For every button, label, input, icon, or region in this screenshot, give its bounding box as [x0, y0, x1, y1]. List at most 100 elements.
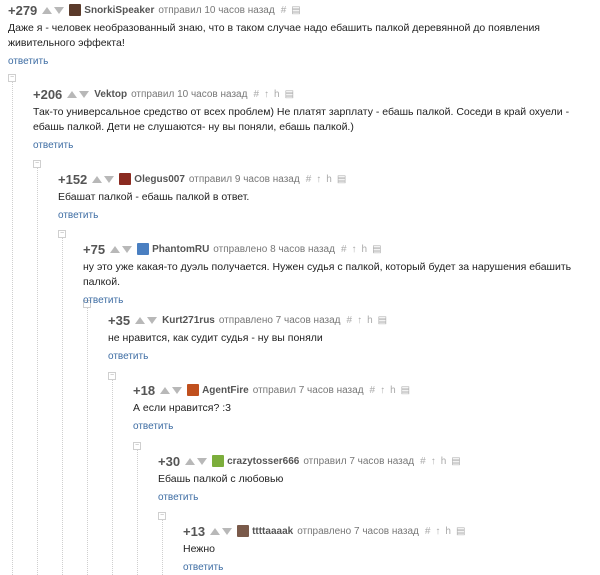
comment-header: +152 Olegus007 отправил 9 часов назад # … [58, 171, 600, 187]
branch-icon[interactable]: h [367, 315, 373, 326]
comment-author[interactable]: Olegus007 [134, 174, 185, 185]
branch-icon[interactable]: h [274, 89, 280, 100]
reply-link[interactable]: ответить [133, 421, 173, 432]
save-icon[interactable]: ▤ [378, 315, 387, 326]
permalink-icon[interactable]: # [420, 456, 426, 467]
comment-text: Ебашь палкой с любовью [158, 473, 284, 485]
comment-author[interactable]: crazytosser666 [227, 456, 299, 467]
reply-link[interactable]: ответить [8, 56, 48, 67]
comment-author[interactable]: PhantomRU [152, 244, 209, 255]
comment-author[interactable]: SnorkiSpeaker [84, 5, 154, 16]
parent-icon[interactable]: ↑ [316, 174, 321, 185]
comment-rating: +18 [133, 382, 156, 398]
reply-link[interactable]: ответить [183, 562, 223, 573]
thread-line [137, 450, 138, 575]
reply-link[interactable]: ответить [158, 492, 198, 503]
downvote-icon[interactable] [172, 386, 183, 394]
comment-time: отправлено 7 часов назад [218, 314, 341, 326]
avatar[interactable] [237, 525, 250, 537]
reply-link[interactable]: ответить [83, 295, 123, 306]
comment-author[interactable]: Vektop [94, 89, 127, 100]
thread-line [12, 80, 13, 575]
collapse-toggle[interactable]: − [58, 230, 66, 238]
upvote-icon[interactable] [210, 527, 221, 535]
save-icon[interactable]: ▤ [337, 174, 346, 185]
thread-line [37, 168, 38, 575]
comment-rating: +206 [33, 86, 63, 102]
branch-icon[interactable]: h [445, 526, 451, 537]
comment-header: +75 PhantomRU отправлено 8 часов назад #… [83, 241, 600, 257]
collapse-toggle[interactable]: − [133, 442, 141, 450]
comment-text: Нежно [183, 543, 215, 555]
comment-time: отправил 7 часов назад [252, 384, 364, 396]
parent-icon[interactable]: ↑ [380, 385, 385, 396]
thread-line [87, 308, 88, 575]
upvote-icon[interactable] [135, 316, 146, 324]
parent-icon[interactable]: ↑ [352, 244, 357, 255]
downvote-icon[interactable] [147, 316, 158, 324]
collapse-toggle[interactable]: − [33, 160, 41, 168]
downvote-icon[interactable] [104, 175, 115, 183]
parent-icon[interactable]: ↑ [435, 526, 440, 537]
comment: +18 AgentFire отправил 7 часов назад # ↑… [133, 382, 600, 434]
comment-header: +206 Vektop отправил 10 часов назад # ↑ … [33, 86, 600, 102]
save-icon[interactable]: ▤ [291, 5, 300, 16]
thread-line [162, 520, 163, 575]
reply-link[interactable]: ответить [58, 210, 98, 221]
collapse-toggle[interactable]: − [108, 372, 116, 380]
branch-icon[interactable]: h [390, 385, 396, 396]
save-icon[interactable]: ▤ [285, 89, 294, 100]
comment: +75 PhantomRU отправлено 8 часов назад #… [83, 241, 600, 308]
comment-author[interactable]: Kurt271rus [162, 315, 215, 326]
downvote-icon[interactable] [122, 245, 133, 253]
comment: +30 crazytosser666 отправил 7 часов наза… [158, 453, 600, 505]
save-icon[interactable]: ▤ [456, 526, 465, 537]
comment-time: отправлено 7 часов назад [297, 525, 419, 537]
downvote-icon[interactable] [79, 90, 90, 98]
avatar[interactable] [69, 4, 82, 16]
comment-author[interactable]: AgentFire [202, 385, 249, 396]
avatar[interactable] [137, 243, 150, 255]
avatar[interactable] [212, 455, 225, 467]
branch-icon[interactable]: h [362, 244, 368, 255]
upvote-icon[interactable] [42, 6, 53, 14]
comment-time: отправлено 8 часов назад [213, 243, 335, 255]
permalink-icon[interactable]: # [341, 244, 347, 255]
comment-text: Даже я - человек необразованный знаю, чт… [8, 22, 540, 49]
downvote-icon[interactable] [222, 527, 233, 535]
permalink-icon[interactable]: # [425, 526, 431, 537]
reply-link[interactable]: ответить [108, 351, 148, 362]
upvote-icon[interactable] [160, 386, 171, 394]
comment-author[interactable]: ttttaaaak [252, 526, 293, 537]
permalink-icon[interactable]: # [306, 174, 312, 185]
upvote-icon[interactable] [185, 457, 196, 465]
parent-icon[interactable]: ↑ [264, 89, 269, 100]
comment-header: +30 crazytosser666 отправил 7 часов наза… [158, 453, 600, 469]
branch-icon[interactable]: h [441, 456, 447, 467]
reply-link[interactable]: ответить [33, 140, 73, 151]
downvote-icon[interactable] [54, 6, 65, 14]
permalink-icon[interactable]: # [281, 5, 287, 16]
save-icon[interactable]: ▤ [401, 385, 410, 396]
comment: +206 Vektop отправил 10 часов назад # ↑ … [33, 86, 600, 153]
collapse-toggle[interactable]: − [158, 512, 166, 520]
upvote-icon[interactable] [110, 245, 121, 253]
comment: +279 SnorkiSpeaker отправил 10 часов наз… [8, 2, 600, 69]
downvote-icon[interactable] [197, 457, 208, 465]
save-icon[interactable]: ▤ [451, 456, 460, 467]
save-icon[interactable]: ▤ [372, 244, 381, 255]
parent-icon[interactable]: ↑ [431, 456, 436, 467]
avatar[interactable] [187, 384, 200, 396]
collapse-toggle[interactable]: − [8, 74, 16, 82]
permalink-icon[interactable]: # [347, 315, 353, 326]
permalink-icon[interactable]: # [253, 89, 259, 100]
branch-icon[interactable]: h [326, 174, 332, 185]
upvote-icon[interactable] [67, 90, 78, 98]
comment-time: отправил 10 часов назад [158, 4, 275, 16]
upvote-icon[interactable] [92, 175, 103, 183]
avatar[interactable] [119, 173, 132, 185]
thread-line [62, 238, 63, 575]
permalink-icon[interactable]: # [370, 385, 376, 396]
parent-icon[interactable]: ↑ [357, 315, 362, 326]
comment-rating: +30 [158, 453, 181, 469]
